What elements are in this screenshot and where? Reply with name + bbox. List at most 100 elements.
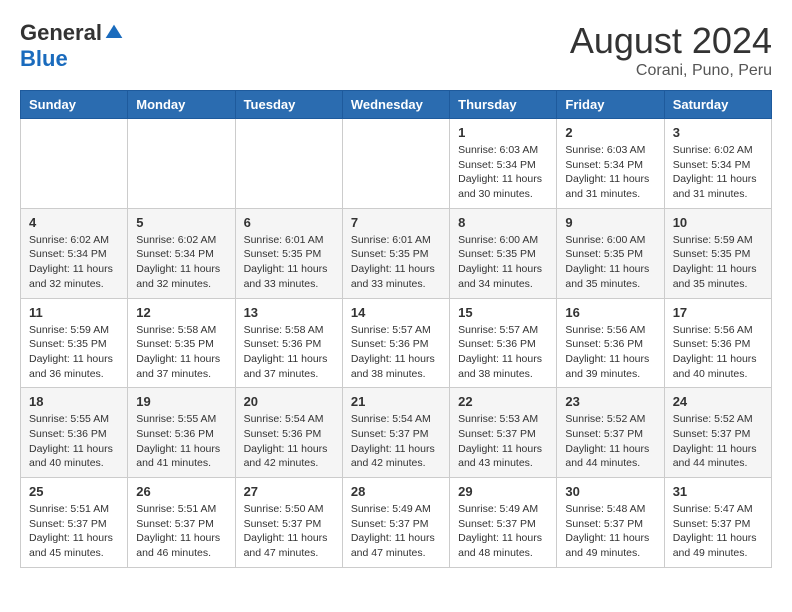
calendar-week-row: 18Sunrise: 5:55 AM Sunset: 5:36 PM Dayli… <box>21 388 772 478</box>
calendar-day-cell: 8 Sunrise: 6:00 AM Sunset: 5:35 PM Daylig… <box>450 208 557 298</box>
day-number: 27 <box>244 484 334 499</box>
day-number: 19 <box>136 394 226 409</box>
month-year-title: August 2024 <box>570 20 772 62</box>
day-number: 14 <box>351 305 441 320</box>
day-info: Sunrise: 5:55 AM Sunset: 5:36 PM Dayligh… <box>29 412 119 471</box>
calendar-table: SundayMondayTuesdayWednesdayThursdayFrid… <box>20 90 772 568</box>
calendar-day-cell: 23 Sunrise: 5:52 AM Sunset: 5:37 PM Dayli… <box>557 388 664 478</box>
day-of-week-header: Saturday <box>664 91 771 119</box>
calendar-day-cell: 19Sunrise: 5:55 AM Sunset: 5:36 PM Dayli… <box>128 388 235 478</box>
day-number: 2 <box>565 125 655 140</box>
day-info: Sunrise: 5:57 AM Sunset: 5:36 PM Dayligh… <box>351 323 441 382</box>
calendar-day-cell: 29Sunrise: 5:49 AM Sunset: 5:37 PM Dayli… <box>450 478 557 568</box>
calendar-day-cell: 14 Sunrise: 5:57 AM Sunset: 5:36 PM Dayli… <box>342 298 449 388</box>
calendar-day-cell: 7 Sunrise: 6:01 AM Sunset: 5:35 PM Daylig… <box>342 208 449 298</box>
calendar-day-cell: 27 Sunrise: 5:50 AM Sunset: 5:37 PM Dayli… <box>235 478 342 568</box>
logo-icon <box>104 23 124 43</box>
day-info: Sunrise: 5:51 AM Sunset: 5:37 PM Dayligh… <box>29 502 119 561</box>
page-header: General Blue August 2024 Corani, Puno, P… <box>20 20 772 80</box>
calendar-week-row: 25 Sunrise: 5:51 AM Sunset: 5:37 PM Dayli… <box>21 478 772 568</box>
day-number: 21 <box>351 394 441 409</box>
day-info: Sunrise: 5:59 AM Sunset: 5:35 PM Dayligh… <box>673 233 763 292</box>
day-of-week-header: Wednesday <box>342 91 449 119</box>
day-info: Sunrise: 5:48 AM Sunset: 5:37 PM Dayligh… <box>565 502 655 561</box>
day-info: Sunrise: 5:52 AM Sunset: 5:37 PM Dayligh… <box>565 412 655 471</box>
day-number: 30 <box>565 484 655 499</box>
day-number: 25 <box>29 484 119 499</box>
logo: General Blue <box>20 20 124 72</box>
day-info: Sunrise: 5:58 AM Sunset: 5:36 PM Dayligh… <box>244 323 334 382</box>
calendar-day-cell: 1Sunrise: 6:03 AM Sunset: 5:34 PM Daylig… <box>450 119 557 209</box>
day-info: Sunrise: 5:59 AM Sunset: 5:35 PM Dayligh… <box>29 323 119 382</box>
day-number: 9 <box>565 215 655 230</box>
day-info: Sunrise: 5:49 AM Sunset: 5:37 PM Dayligh… <box>458 502 548 561</box>
day-info: Sunrise: 5:47 AM Sunset: 5:37 PM Dayligh… <box>673 502 763 561</box>
day-of-week-header: Tuesday <box>235 91 342 119</box>
calendar-week-row: 11 Sunrise: 5:59 AM Sunset: 5:35 PM Dayli… <box>21 298 772 388</box>
day-number: 31 <box>673 484 763 499</box>
logo-blue-text: Blue <box>20 46 68 72</box>
calendar-day-cell: 31 Sunrise: 5:47 AM Sunset: 5:37 PM Dayli… <box>664 478 771 568</box>
day-number: 20 <box>244 394 334 409</box>
title-area: August 2024 Corani, Puno, Peru <box>570 20 772 80</box>
location-subtitle: Corani, Puno, Peru <box>570 62 772 80</box>
calendar-day-cell <box>342 119 449 209</box>
day-number: 4 <box>29 215 119 230</box>
calendar-day-cell: 6 Sunrise: 6:01 AM Sunset: 5:35 PM Daylig… <box>235 208 342 298</box>
day-of-week-header: Friday <box>557 91 664 119</box>
day-number: 12 <box>136 305 226 320</box>
day-number: 17 <box>673 305 763 320</box>
calendar-day-cell <box>235 119 342 209</box>
day-info: Sunrise: 5:53 AM Sunset: 5:37 PM Dayligh… <box>458 412 548 471</box>
day-number: 15 <box>458 305 548 320</box>
calendar-day-cell: 10 Sunrise: 5:59 AM Sunset: 5:35 PM Dayli… <box>664 208 771 298</box>
calendar-day-cell: 20Sunrise: 5:54 AM Sunset: 5:36 PM Dayli… <box>235 388 342 478</box>
calendar-day-cell: 24 Sunrise: 5:52 AM Sunset: 5:37 PM Dayli… <box>664 388 771 478</box>
calendar-header-row: SundayMondayTuesdayWednesdayThursdayFrid… <box>21 91 772 119</box>
day-number: 24 <box>673 394 763 409</box>
day-info: Sunrise: 6:01 AM Sunset: 5:35 PM Dayligh… <box>244 233 334 292</box>
day-number: 8 <box>458 215 548 230</box>
calendar-day-cell: 11 Sunrise: 5:59 AM Sunset: 5:35 PM Dayli… <box>21 298 128 388</box>
day-of-week-header: Monday <box>128 91 235 119</box>
calendar-day-cell: 2 Sunrise: 6:03 AM Sunset: 5:34 PM Daylig… <box>557 119 664 209</box>
calendar-day-cell: 21 Sunrise: 5:54 AM Sunset: 5:37 PM Dayli… <box>342 388 449 478</box>
day-number: 7 <box>351 215 441 230</box>
calendar-day-cell: 3Sunrise: 6:02 AM Sunset: 5:34 PM Daylig… <box>664 119 771 209</box>
day-info: Sunrise: 6:03 AM Sunset: 5:34 PM Dayligh… <box>458 143 548 202</box>
day-number: 3 <box>673 125 763 140</box>
day-of-week-header: Thursday <box>450 91 557 119</box>
calendar-day-cell: 5Sunrise: 6:02 AM Sunset: 5:34 PM Daylig… <box>128 208 235 298</box>
calendar-day-cell: 16Sunrise: 5:56 AM Sunset: 5:36 PM Dayli… <box>557 298 664 388</box>
logo-general-text: General <box>20 20 102 46</box>
day-number: 6 <box>244 215 334 230</box>
calendar-day-cell: 4 Sunrise: 6:02 AM Sunset: 5:34 PM Daylig… <box>21 208 128 298</box>
day-number: 23 <box>565 394 655 409</box>
day-number: 28 <box>351 484 441 499</box>
day-info: Sunrise: 5:50 AM Sunset: 5:37 PM Dayligh… <box>244 502 334 561</box>
calendar-day-cell <box>21 119 128 209</box>
day-info: Sunrise: 6:02 AM Sunset: 5:34 PM Dayligh… <box>136 233 226 292</box>
day-info: Sunrise: 5:57 AM Sunset: 5:36 PM Dayligh… <box>458 323 548 382</box>
day-number: 10 <box>673 215 763 230</box>
day-info: Sunrise: 6:03 AM Sunset: 5:34 PM Dayligh… <box>565 143 655 202</box>
day-number: 26 <box>136 484 226 499</box>
calendar-day-cell: 26 Sunrise: 5:51 AM Sunset: 5:37 PM Dayli… <box>128 478 235 568</box>
calendar-day-cell: 28Sunrise: 5:49 AM Sunset: 5:37 PM Dayli… <box>342 478 449 568</box>
day-info: Sunrise: 5:52 AM Sunset: 5:37 PM Dayligh… <box>673 412 763 471</box>
calendar-week-row: 1Sunrise: 6:03 AM Sunset: 5:34 PM Daylig… <box>21 119 772 209</box>
day-of-week-header: Sunday <box>21 91 128 119</box>
day-info: Sunrise: 5:51 AM Sunset: 5:37 PM Dayligh… <box>136 502 226 561</box>
calendar-week-row: 4 Sunrise: 6:02 AM Sunset: 5:34 PM Daylig… <box>21 208 772 298</box>
calendar-day-cell: 22 Sunrise: 5:53 AM Sunset: 5:37 PM Dayli… <box>450 388 557 478</box>
day-info: Sunrise: 6:02 AM Sunset: 5:34 PM Dayligh… <box>29 233 119 292</box>
calendar-day-cell: 30 Sunrise: 5:48 AM Sunset: 5:37 PM Dayli… <box>557 478 664 568</box>
day-number: 11 <box>29 305 119 320</box>
calendar-day-cell: 13Sunrise: 5:58 AM Sunset: 5:36 PM Dayli… <box>235 298 342 388</box>
calendar-day-cell: 18Sunrise: 5:55 AM Sunset: 5:36 PM Dayli… <box>21 388 128 478</box>
day-number: 16 <box>565 305 655 320</box>
day-info: Sunrise: 5:54 AM Sunset: 5:37 PM Dayligh… <box>351 412 441 471</box>
day-number: 22 <box>458 394 548 409</box>
day-info: Sunrise: 6:00 AM Sunset: 5:35 PM Dayligh… <box>458 233 548 292</box>
day-info: Sunrise: 6:01 AM Sunset: 5:35 PM Dayligh… <box>351 233 441 292</box>
